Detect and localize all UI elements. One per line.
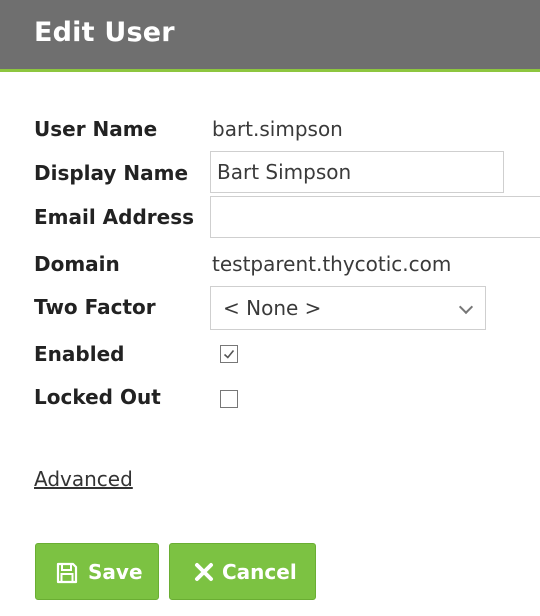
domain-value: testparent.thycotic.com	[212, 252, 452, 276]
user-name-label: User Name	[34, 117, 158, 141]
x-icon	[195, 563, 213, 581]
email-address-input[interactable]	[210, 196, 540, 238]
domain-label: Domain	[34, 252, 120, 276]
advanced-link[interactable]: Advanced	[34, 467, 133, 491]
display-name-label: Display Name	[34, 161, 189, 185]
two-factor-label: Two Factor	[34, 295, 156, 319]
save-button-label: Save	[88, 560, 143, 584]
floppy-disk-icon	[56, 562, 78, 584]
two-factor-selected-value: < None >	[223, 296, 322, 320]
cancel-button-label: Cancel	[222, 560, 297, 584]
dialog-header: Edit User	[0, 0, 540, 72]
cancel-button[interactable]: Cancel	[169, 543, 316, 600]
save-button[interactable]: Save	[35, 543, 159, 600]
check-icon	[223, 349, 235, 359]
dialog-title: Edit User	[34, 17, 175, 48]
enabled-checkbox[interactable]	[220, 345, 238, 363]
locked-out-checkbox[interactable]	[220, 390, 238, 408]
enabled-label: Enabled	[34, 342, 125, 366]
email-address-label: Email Address	[34, 205, 195, 229]
user-name-value: bart.simpson	[212, 117, 343, 141]
display-name-input[interactable]	[210, 151, 504, 193]
two-factor-select[interactable]: < None >	[210, 286, 486, 330]
locked-out-label: Locked Out	[34, 385, 161, 409]
chevron-down-icon	[458, 299, 474, 315]
edit-user-dialog: Edit User User Name bart.simpson Display…	[0, 0, 540, 616]
